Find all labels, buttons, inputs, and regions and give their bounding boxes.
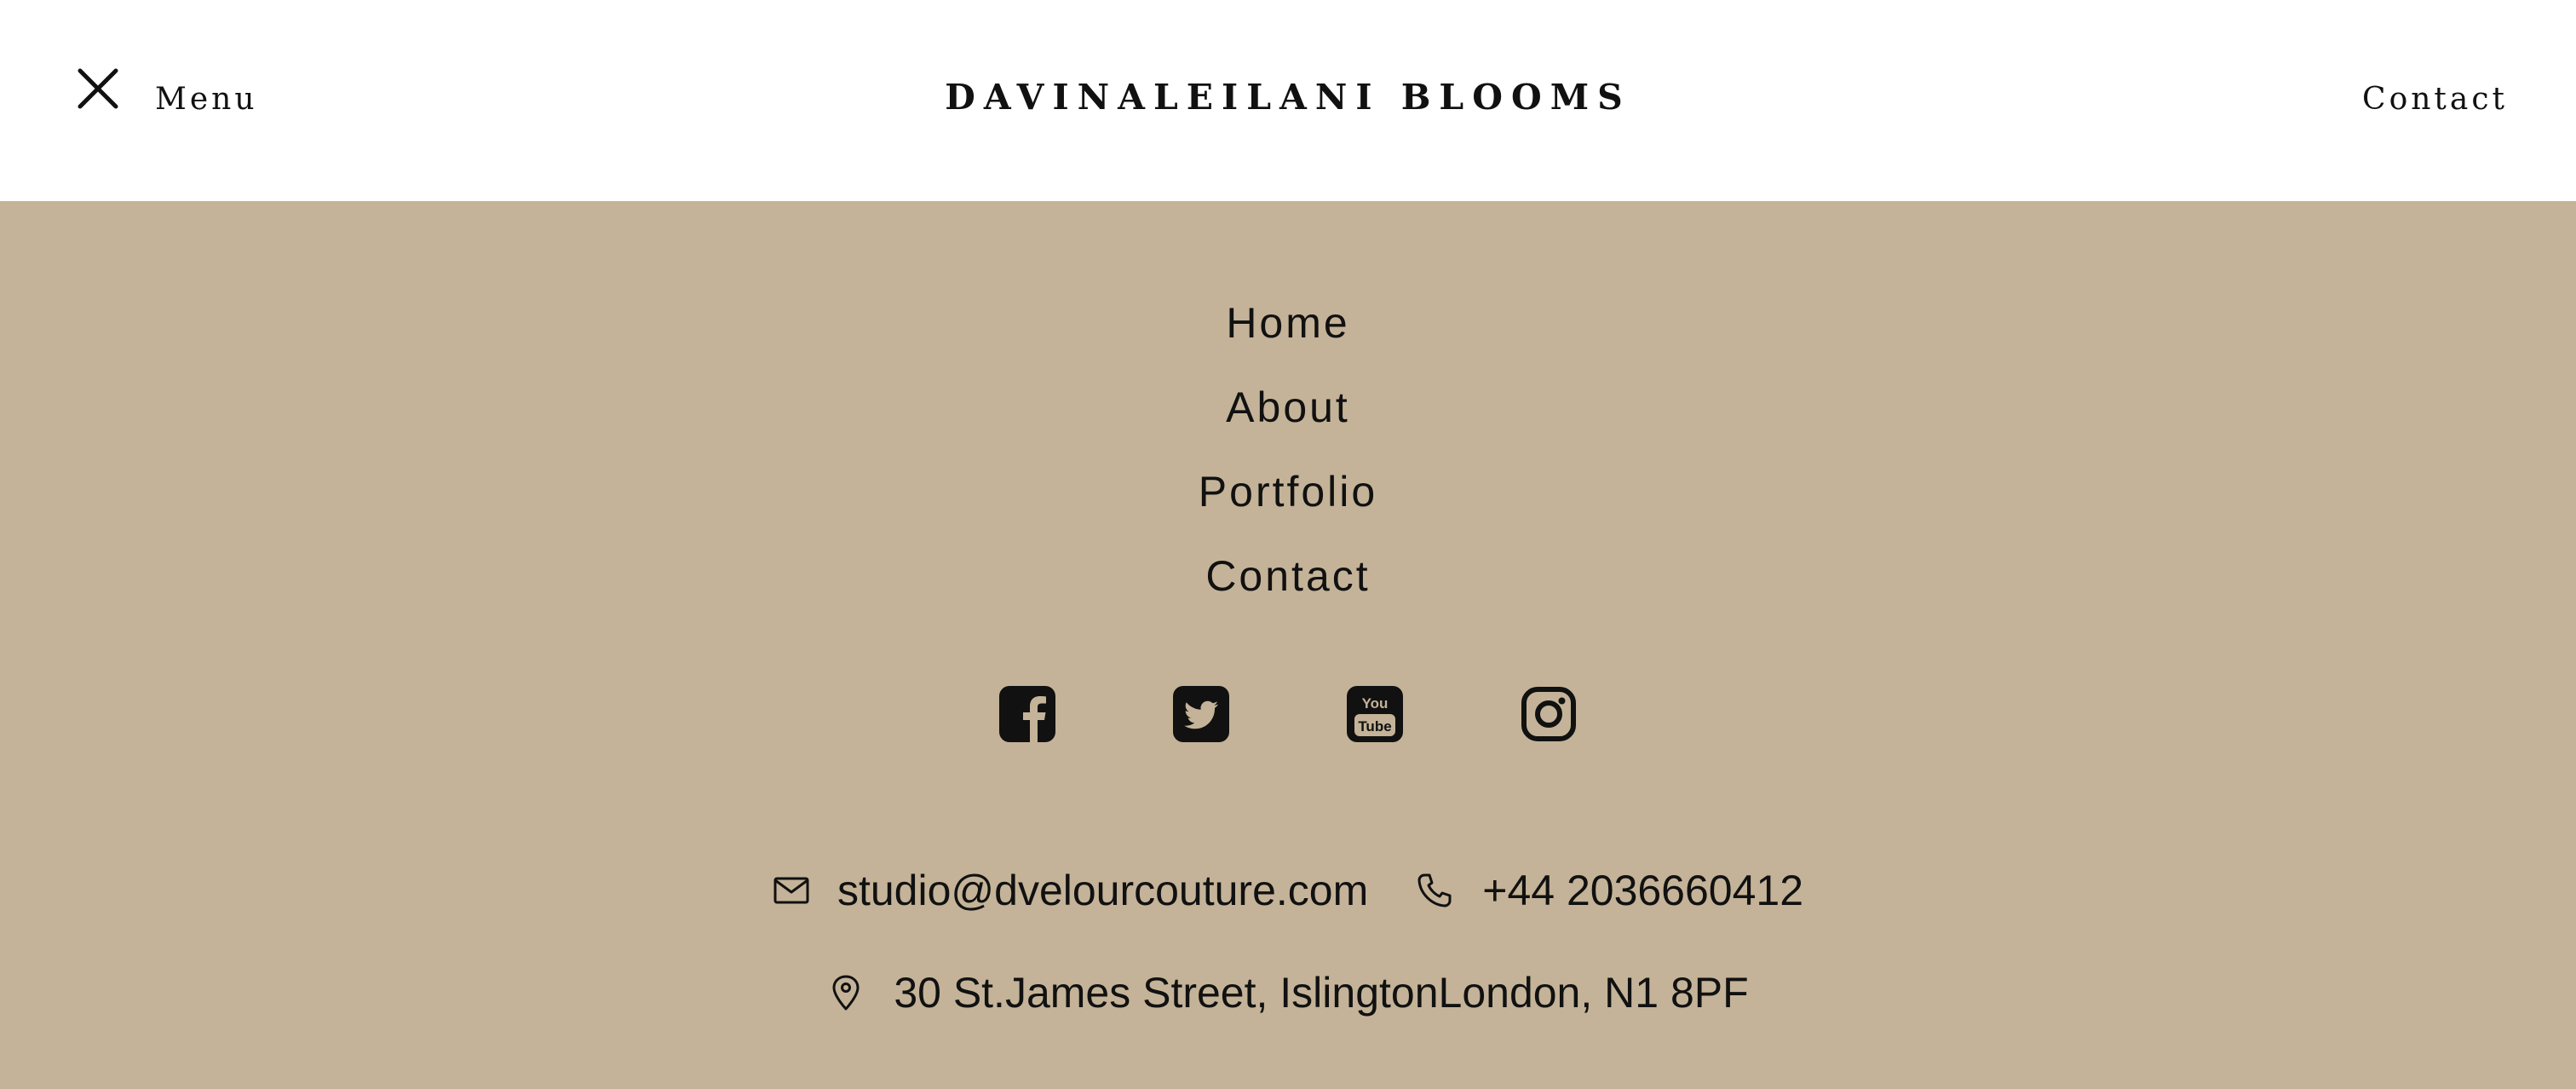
contact-row-address: 30 St.James Street, IslingtonLondon, N1 …: [0, 959, 2576, 1027]
header-contact-link[interactable]: Contact: [2362, 82, 2508, 117]
twitter-icon[interactable]: [1173, 686, 1229, 742]
phone-link[interactable]: +44 2036660412: [1482, 866, 1803, 915]
menu-nav: Home About Portfolio Contact: [0, 281, 2576, 619]
brand-logo[interactable]: DAVINALEILANI BLOOMS: [0, 77, 2576, 118]
nav-item-about[interactable]: About: [0, 366, 2576, 450]
location-pin-icon: [832, 975, 860, 1011]
phone-icon: [1417, 873, 1452, 908]
nav-item-contact[interactable]: Contact: [0, 534, 2576, 619]
mail-icon: [773, 877, 809, 904]
youtube-icon[interactable]: You Tube: [1347, 686, 1403, 742]
svg-text:You: You: [1362, 695, 1389, 712]
nav-item-home[interactable]: Home: [0, 281, 2576, 366]
social-links: You Tube: [0, 686, 2576, 742]
address-text: 30 St.James Street, IslingtonLondon, N1 …: [894, 969, 1749, 1017]
nav-item-portfolio[interactable]: Portfolio: [0, 450, 2576, 534]
instagram-icon[interactable]: [1521, 686, 1577, 742]
svg-text:Tube: Tube: [1358, 718, 1391, 735]
contact-row-primary: studio@dvelourcouture.com +44 2036660412: [0, 856, 2576, 925]
site-header: Menu DAVINALEILANI BLOOMS Contact: [0, 0, 2576, 201]
facebook-icon[interactable]: [999, 686, 1055, 742]
email-link[interactable]: studio@dvelourcouture.com: [837, 866, 1368, 915]
